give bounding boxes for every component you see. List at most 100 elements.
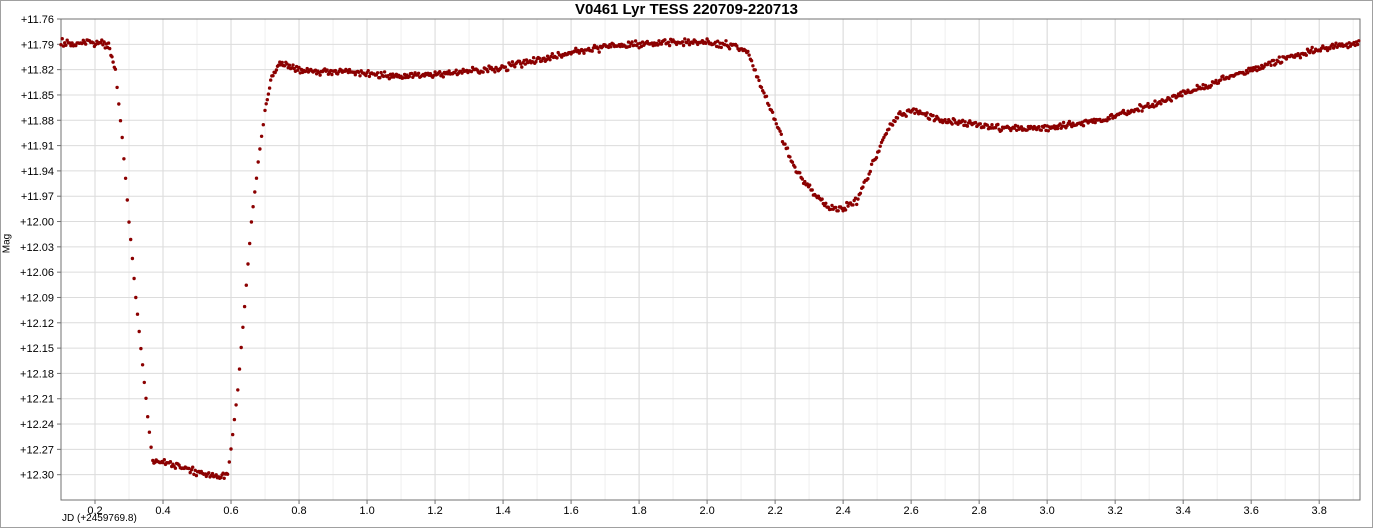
data-point [667,43,672,48]
data-point [271,74,275,78]
data-point [280,60,284,65]
data-point [893,119,897,124]
data-point [680,40,685,44]
x-tick-label: 1.6 [563,505,578,517]
y-tick-label: +11.79 [21,39,54,51]
data-point [239,345,243,350]
data-point [118,119,123,123]
data-point [1169,99,1174,103]
data-point [194,473,199,478]
data-point [973,120,978,125]
data-point [244,283,248,287]
x-tick-label: 0.8 [291,505,306,517]
data-point [836,209,840,213]
data-point [318,73,322,77]
data-point [1277,55,1282,59]
data-point [113,67,118,71]
data-point [866,177,870,181]
data-point [800,177,804,181]
data-point [824,201,828,205]
data-point [952,118,957,122]
y-tick-label: +12.15 [20,343,54,355]
data-point [144,396,148,400]
data-point [127,220,131,224]
x-tick-label: 3.2 [1108,505,1123,517]
data-point [963,120,967,124]
data-point [246,262,250,266]
data-point [747,53,751,57]
data-point [751,64,755,68]
data-point [269,78,273,82]
data-point [1056,126,1060,131]
data-point [1037,125,1041,129]
data-point [248,241,252,246]
data-point [106,41,111,45]
data-point [770,110,775,115]
data-point [996,122,1000,127]
data-point [125,198,129,202]
data-point [1046,129,1051,133]
data-point [225,472,230,476]
data-point [856,197,860,201]
data-point [982,125,986,129]
data-point [242,304,247,309]
data-point [861,185,865,189]
data-point [597,50,601,54]
data-point [869,162,874,166]
data-point [287,63,292,67]
data-point [1310,45,1314,50]
data-point [207,471,211,475]
data-point [407,74,411,79]
data-point [633,39,638,43]
y-tick-label: +12.21 [20,394,54,406]
data-point [191,465,195,469]
data-point [666,40,671,44]
data-point [375,71,380,75]
data-point [950,122,954,126]
data-point [762,91,766,95]
x-tick-label: 2.2 [767,505,782,517]
data-point [330,72,334,77]
data-point [173,466,178,470]
data-point [1039,128,1044,132]
data-point [1107,117,1112,121]
data-point [263,108,267,113]
y-tick-label: +12.00 [20,217,54,229]
data-point [798,171,802,175]
data-point [139,346,143,351]
data-point [757,78,761,83]
data-point [237,367,242,371]
data-point [291,63,295,67]
y-tick-label: +11.85 [21,90,54,102]
y-tick-label: +12.09 [20,292,54,304]
data-point [724,39,728,43]
y-tick-label: +11.76 [21,14,54,26]
data-point [749,59,754,63]
data-point [142,380,146,385]
data-point [663,38,667,42]
data-point [858,191,863,195]
data-point [137,329,141,334]
data-point [129,237,133,242]
data-point [1280,60,1284,64]
data-point [162,458,166,462]
data-point [978,122,982,126]
data-point [520,65,524,69]
y-tick-label: +12.18 [20,368,54,380]
data-point [808,183,812,187]
data-point [108,46,112,51]
data-point [779,132,783,136]
data-point [1136,109,1141,113]
data-point [810,188,814,192]
data-point [416,71,421,76]
plot-area-border [60,18,1361,501]
data-point [1219,78,1223,82]
data-point [325,68,329,72]
data-point [378,76,382,80]
data-point [890,123,895,127]
y-tick-label: +12.12 [20,318,54,330]
data-point [261,123,265,127]
data-point [64,43,68,47]
data-point [681,43,686,48]
data-point [927,117,932,121]
